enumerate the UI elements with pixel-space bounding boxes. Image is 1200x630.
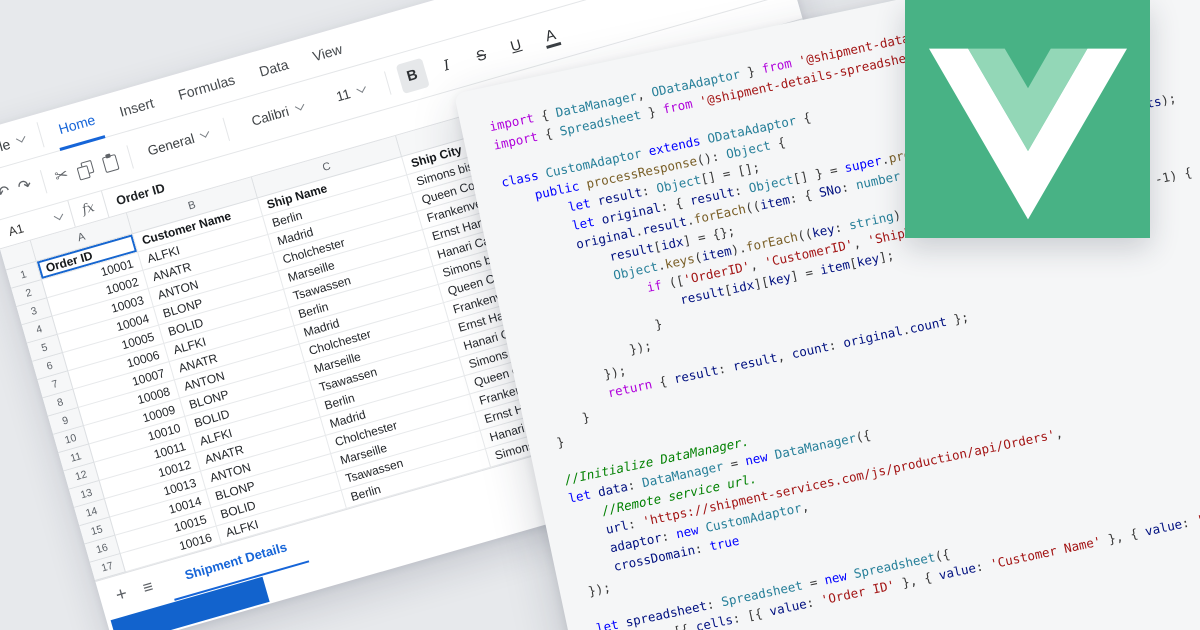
toolbar-separator: [126, 145, 134, 168]
redo-icon[interactable]: ↷: [16, 177, 33, 196]
file-menu-label: File: [0, 135, 12, 157]
chevron-down-icon: [15, 133, 25, 143]
chevron-down-icon: [356, 83, 366, 93]
font-family-dropdown[interactable]: Calibri: [244, 98, 311, 130]
underline-button[interactable]: U: [499, 28, 533, 64]
toolbar-separator: [40, 170, 48, 193]
vue-logo-mark: [929, 30, 1127, 238]
number-format-dropdown[interactable]: General: [140, 125, 216, 160]
paste-icon[interactable]: [100, 152, 121, 173]
vue-logo: [905, 0, 1150, 238]
strikethrough-button[interactable]: S: [464, 38, 498, 74]
undo-icon[interactable]: ↶: [0, 183, 12, 202]
tab-view[interactable]: View: [307, 28, 348, 77]
font-color-button[interactable]: A: [533, 18, 567, 54]
add-sheet-button[interactable]: +: [113, 583, 130, 607]
name-box-value: A1: [7, 221, 26, 239]
bold-button[interactable]: B: [395, 57, 429, 93]
number-format-value: General: [146, 131, 196, 159]
chevron-down-icon: [54, 211, 64, 221]
toolbar-separator: [223, 117, 231, 140]
sheet-list-icon[interactable]: ≡: [140, 576, 155, 598]
font-size-value: 11: [335, 86, 353, 104]
chevron-down-icon: [294, 101, 304, 111]
italic-button[interactable]: I: [430, 47, 464, 83]
stage: File HomeInsertFormulasDataView ↶ ↷ ✂ Ge…: [0, 0, 1200, 630]
font-family-value: Calibri: [250, 104, 291, 129]
font-size-dropdown[interactable]: 11: [329, 80, 373, 106]
chevron-down-icon: [200, 128, 210, 138]
cut-icon[interactable]: ✂: [53, 166, 70, 185]
tab-data[interactable]: Data: [254, 43, 294, 92]
toolbar-separator: [383, 71, 391, 94]
copy-icon[interactable]: [75, 159, 96, 180]
